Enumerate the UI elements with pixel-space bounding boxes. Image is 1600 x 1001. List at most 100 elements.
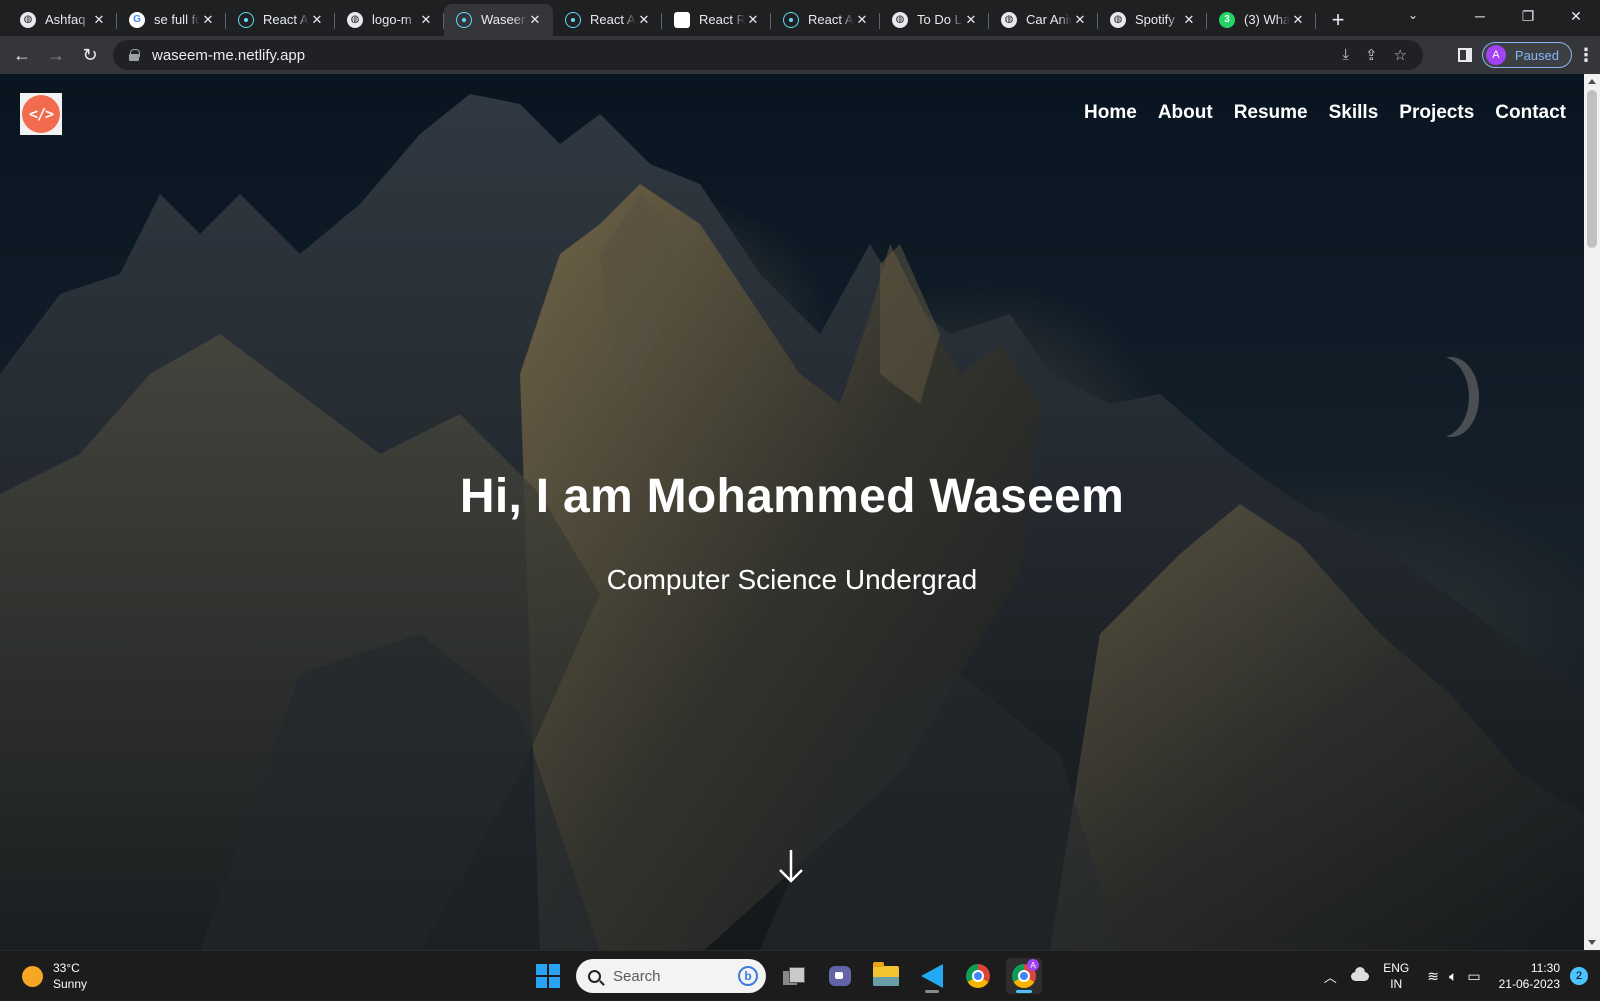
close-icon[interactable]: ✕ [1290,12,1306,28]
back-icon[interactable]: ← [5,40,39,70]
minimize-icon[interactable]: ─ [1456,8,1504,24]
tab[interactable]: ◍ Spotify ✕ [1098,4,1207,36]
close-icon[interactable]: ✕ [200,12,216,28]
restore-icon[interactable]: ❐ [1504,8,1552,25]
google-icon: G [129,11,145,28]
chrome-button[interactable] [960,958,996,994]
onedrive-cloud-icon[interactable] [1351,966,1370,981]
bookmark-star-icon[interactable]: ☆ [1394,46,1407,64]
scrollbar-thumb[interactable] [1587,90,1597,248]
lang-code: ENG [1383,961,1410,975]
start-button[interactable] [530,958,566,994]
tab[interactable]: React A ✕ [553,4,662,36]
menu-kebab-icon[interactable]: ⋮ [1572,46,1600,64]
vscode-button[interactable] [914,958,950,994]
tab[interactable]: React A ✕ [771,4,880,36]
profile-badge: A [1027,959,1039,971]
nav-resume[interactable]: Resume [1234,102,1308,124]
tab[interactable]: ◍ To Do L ✕ [880,4,989,36]
nav-home[interactable]: Home [1084,102,1137,124]
taskbar: 33°C Sunny Search b A ︿ ENG IN ≋ 🔈︎ ▭ 11… [0,950,1600,1000]
share-icon[interactable]: ⇪ [1365,46,1378,64]
globe-icon: ◍ [892,11,908,28]
scroll-up-arrow-icon[interactable] [1588,79,1596,84]
taskbar-apps: Search b A [530,958,1042,994]
clock-time: 11:30 [1530,961,1560,975]
tab[interactable]: React R ✕ [662,4,771,36]
tab[interactable]: ◍ Car Anim✕ [989,4,1098,36]
close-icon[interactable]: ✕ [1072,12,1088,28]
teams-button[interactable] [822,958,858,994]
reload-icon[interactable]: ↻ [73,40,107,70]
scroll-down-arrow-icon[interactable] [776,848,806,884]
language-indicator[interactable]: ENG IN [1383,960,1409,992]
close-icon[interactable]: ✕ [527,12,543,28]
tab[interactable]: ◍ Ashfaq ✕ [8,4,117,36]
system-icons[interactable]: ≋ 🔈︎ ▭ [1427,968,1480,985]
search-placeholder: Search [613,967,661,985]
lock-icon[interactable] [129,49,140,61]
tab[interactable]: ◍ logo-m ✕ [335,4,444,36]
close-icon[interactable]: ✕ [91,12,107,28]
site-nav: Home About Resume Skills Projects Contac… [1084,102,1566,124]
tab-title: React A [263,12,309,27]
nav-about[interactable]: About [1158,102,1213,124]
profile-button[interactable]: A Paused [1481,42,1572,68]
forward-icon[interactable]: → [39,40,73,70]
system-tray: ︿ ENG IN ≋ 🔈︎ ▭ 11:30 21-06-2023 2 [1315,951,1600,1001]
close-icon[interactable]: ✕ [418,12,434,28]
nav-projects[interactable]: Projects [1399,102,1474,124]
tab[interactable]: 3 (3) Wha ✕ [1207,4,1316,36]
close-icon[interactable]: ✕ [854,12,870,28]
nav-contact[interactable]: Contact [1495,102,1566,124]
nav-skills[interactable]: Skills [1329,102,1379,124]
install-app-icon[interactable]: ⤓ [1342,46,1349,64]
site-logo[interactable]: </> [20,93,62,135]
close-icon[interactable]: ✕ [963,12,979,28]
url-text[interactable]: waseem-me.netlify.app [152,47,305,64]
window-close-icon[interactable]: ✕ [1552,8,1600,25]
vscode-icon [921,964,943,988]
search-icon [588,969,601,983]
lang-region: IN [1390,977,1403,991]
close-icon[interactable]: ✕ [309,12,325,28]
address-bar[interactable]: waseem-me.netlify.app ⤓ ⇪ ☆ [113,40,1423,70]
scroll-down-icon[interactable] [1588,940,1596,945]
weather-text: 33°C Sunny [53,960,87,992]
tab[interactable]: React A ✕ [226,4,335,36]
globe-icon: ◍ [20,11,36,28]
close-icon[interactable]: ✕ [636,12,652,28]
taskbar-search[interactable]: Search b [576,959,766,993]
active-indicator [1016,990,1032,993]
new-tab-button[interactable]: + [1324,6,1352,34]
battery-icon: ▭ [1467,967,1481,984]
side-panel-icon[interactable] [1457,48,1472,62]
hero-subtitle: Computer Science Undergrad [606,564,978,595]
clock-date: 21-06-2023 [1498,977,1560,991]
close-icon[interactable]: ✕ [1181,12,1197,28]
task-view-button[interactable] [776,958,812,994]
moon-graphic [1413,357,1469,437]
tab-active[interactable]: Waseem ✕ [444,3,553,36]
file-explorer-button[interactable] [868,958,904,994]
bing-icon[interactable]: b [738,966,758,986]
page-viewport: </> Home About Resume Skills Projects Co… [0,74,1584,950]
show-hidden-icons-chevron-icon[interactable]: ︿ [1315,967,1345,986]
chrome-icon [966,964,990,988]
tab-title: Ashfaq [45,12,86,27]
tab[interactable]: Gse full fo ✕ [117,4,226,36]
tab-list: ◍ Ashfaq ✕ Gse full fo ✕ React A ✕ ◍ logo-m ✕ … [0,0,1352,36]
toolbar-right: A Paused ⋮ [1442,40,1600,70]
tab-title: Spotify [1135,12,1175,27]
react-icon [238,11,254,28]
tab-title: (3) Wha [1244,12,1290,27]
react-icon [783,11,799,28]
clock[interactable]: 11:30 21-06-2023 [1499,960,1560,992]
page-scrollbar[interactable] [1584,74,1600,950]
close-icon[interactable]: ✕ [745,12,761,28]
notification-badge[interactable]: 2 [1570,967,1588,985]
chrome-profile-button[interactable]: A [1006,958,1042,994]
tab-title: Car Anim [1026,12,1072,27]
weather-widget[interactable]: 33°C Sunny [22,960,87,992]
tab-search-chevron-icon[interactable]: ⌄ [1408,8,1418,22]
